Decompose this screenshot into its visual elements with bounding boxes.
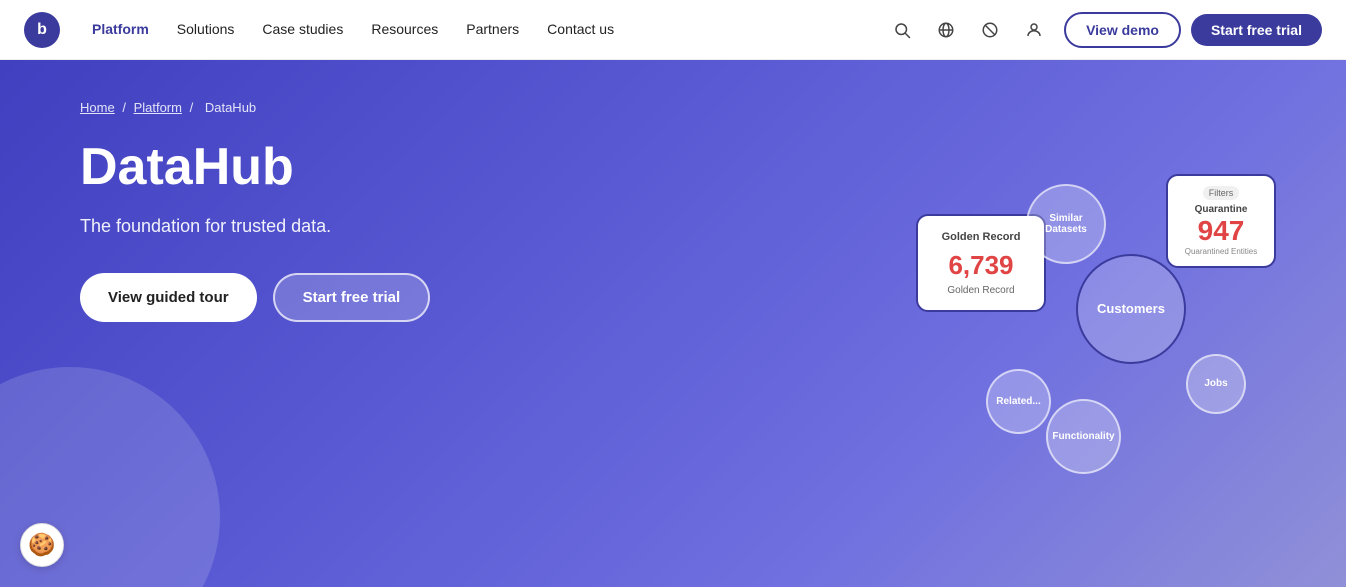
view-guided-tour-button[interactable]: View guided tour [80,273,257,322]
nav-item-solutions[interactable]: Solutions [177,21,235,39]
breadcrumb-current: DataHub [205,100,256,115]
quarantine-card: Filters Quarantine 947 Quarantined Entit… [1166,174,1276,268]
start-free-trial-hero-button[interactable]: Start free trial [273,273,431,322]
golden-record-value: 6,739 [930,250,1032,281]
hero-content: Home / Platform / DataHub DataHub The fo… [0,60,510,362]
nav-item-partners[interactable]: Partners [466,21,519,39]
similar-datasets-bubble: Similar Datasets [1026,184,1106,264]
quarantine-value: 947 [1178,215,1264,247]
related-bubble: Related... [986,369,1051,434]
nav-links: Platform Solutions Case studies Resource… [92,21,888,39]
customers-bubble: Customers [1076,254,1186,364]
hero-diagram: Golden Record 6,739 Golden Record Simila… [866,154,1286,494]
view-demo-button[interactable]: View demo [1064,12,1181,48]
hero-buttons: View guided tour Start free trial [80,273,430,322]
golden-record-label: Golden Record [930,230,1032,244]
breadcrumb-home[interactable]: Home [80,100,115,115]
user-icon[interactable] [1020,16,1048,44]
nav-item-platform[interactable]: Platform [92,21,149,39]
nav-item-contact[interactable]: Contact us [547,21,614,39]
navbar: b Platform Solutions Case studies Resour… [0,0,1346,60]
jobs-bubble: Jobs [1186,354,1246,414]
quarantine-label: Quarantine [1178,204,1264,215]
hero-subtitle: The foundation for trusted data. [80,216,430,237]
search-icon[interactable] [888,16,916,44]
filters-label: Filters [1203,186,1240,200]
nav-icon-group [888,16,1048,44]
globe-icon[interactable] [932,16,960,44]
breadcrumb-platform[interactable]: Platform [134,100,182,115]
hero-section: Home / Platform / DataHub DataHub The fo… [0,60,1346,587]
logo[interactable]: b [24,12,60,48]
functionality-bubble: Functionality [1046,399,1121,474]
cookie-consent-button[interactable]: 🍪 [20,523,64,567]
logo-icon: b [24,12,60,48]
hero-title: DataHub [80,139,430,196]
breadcrumb: Home / Platform / DataHub [80,100,430,115]
nav-item-case-studies[interactable]: Case studies [262,21,343,39]
nav-item-resources[interactable]: Resources [371,21,438,39]
quarantine-sub: Quarantined Entities [1178,247,1264,256]
golden-record-sub: Golden Record [930,285,1032,296]
start-free-trial-button[interactable]: Start free trial [1191,14,1322,46]
slash-icon[interactable] [976,16,1004,44]
